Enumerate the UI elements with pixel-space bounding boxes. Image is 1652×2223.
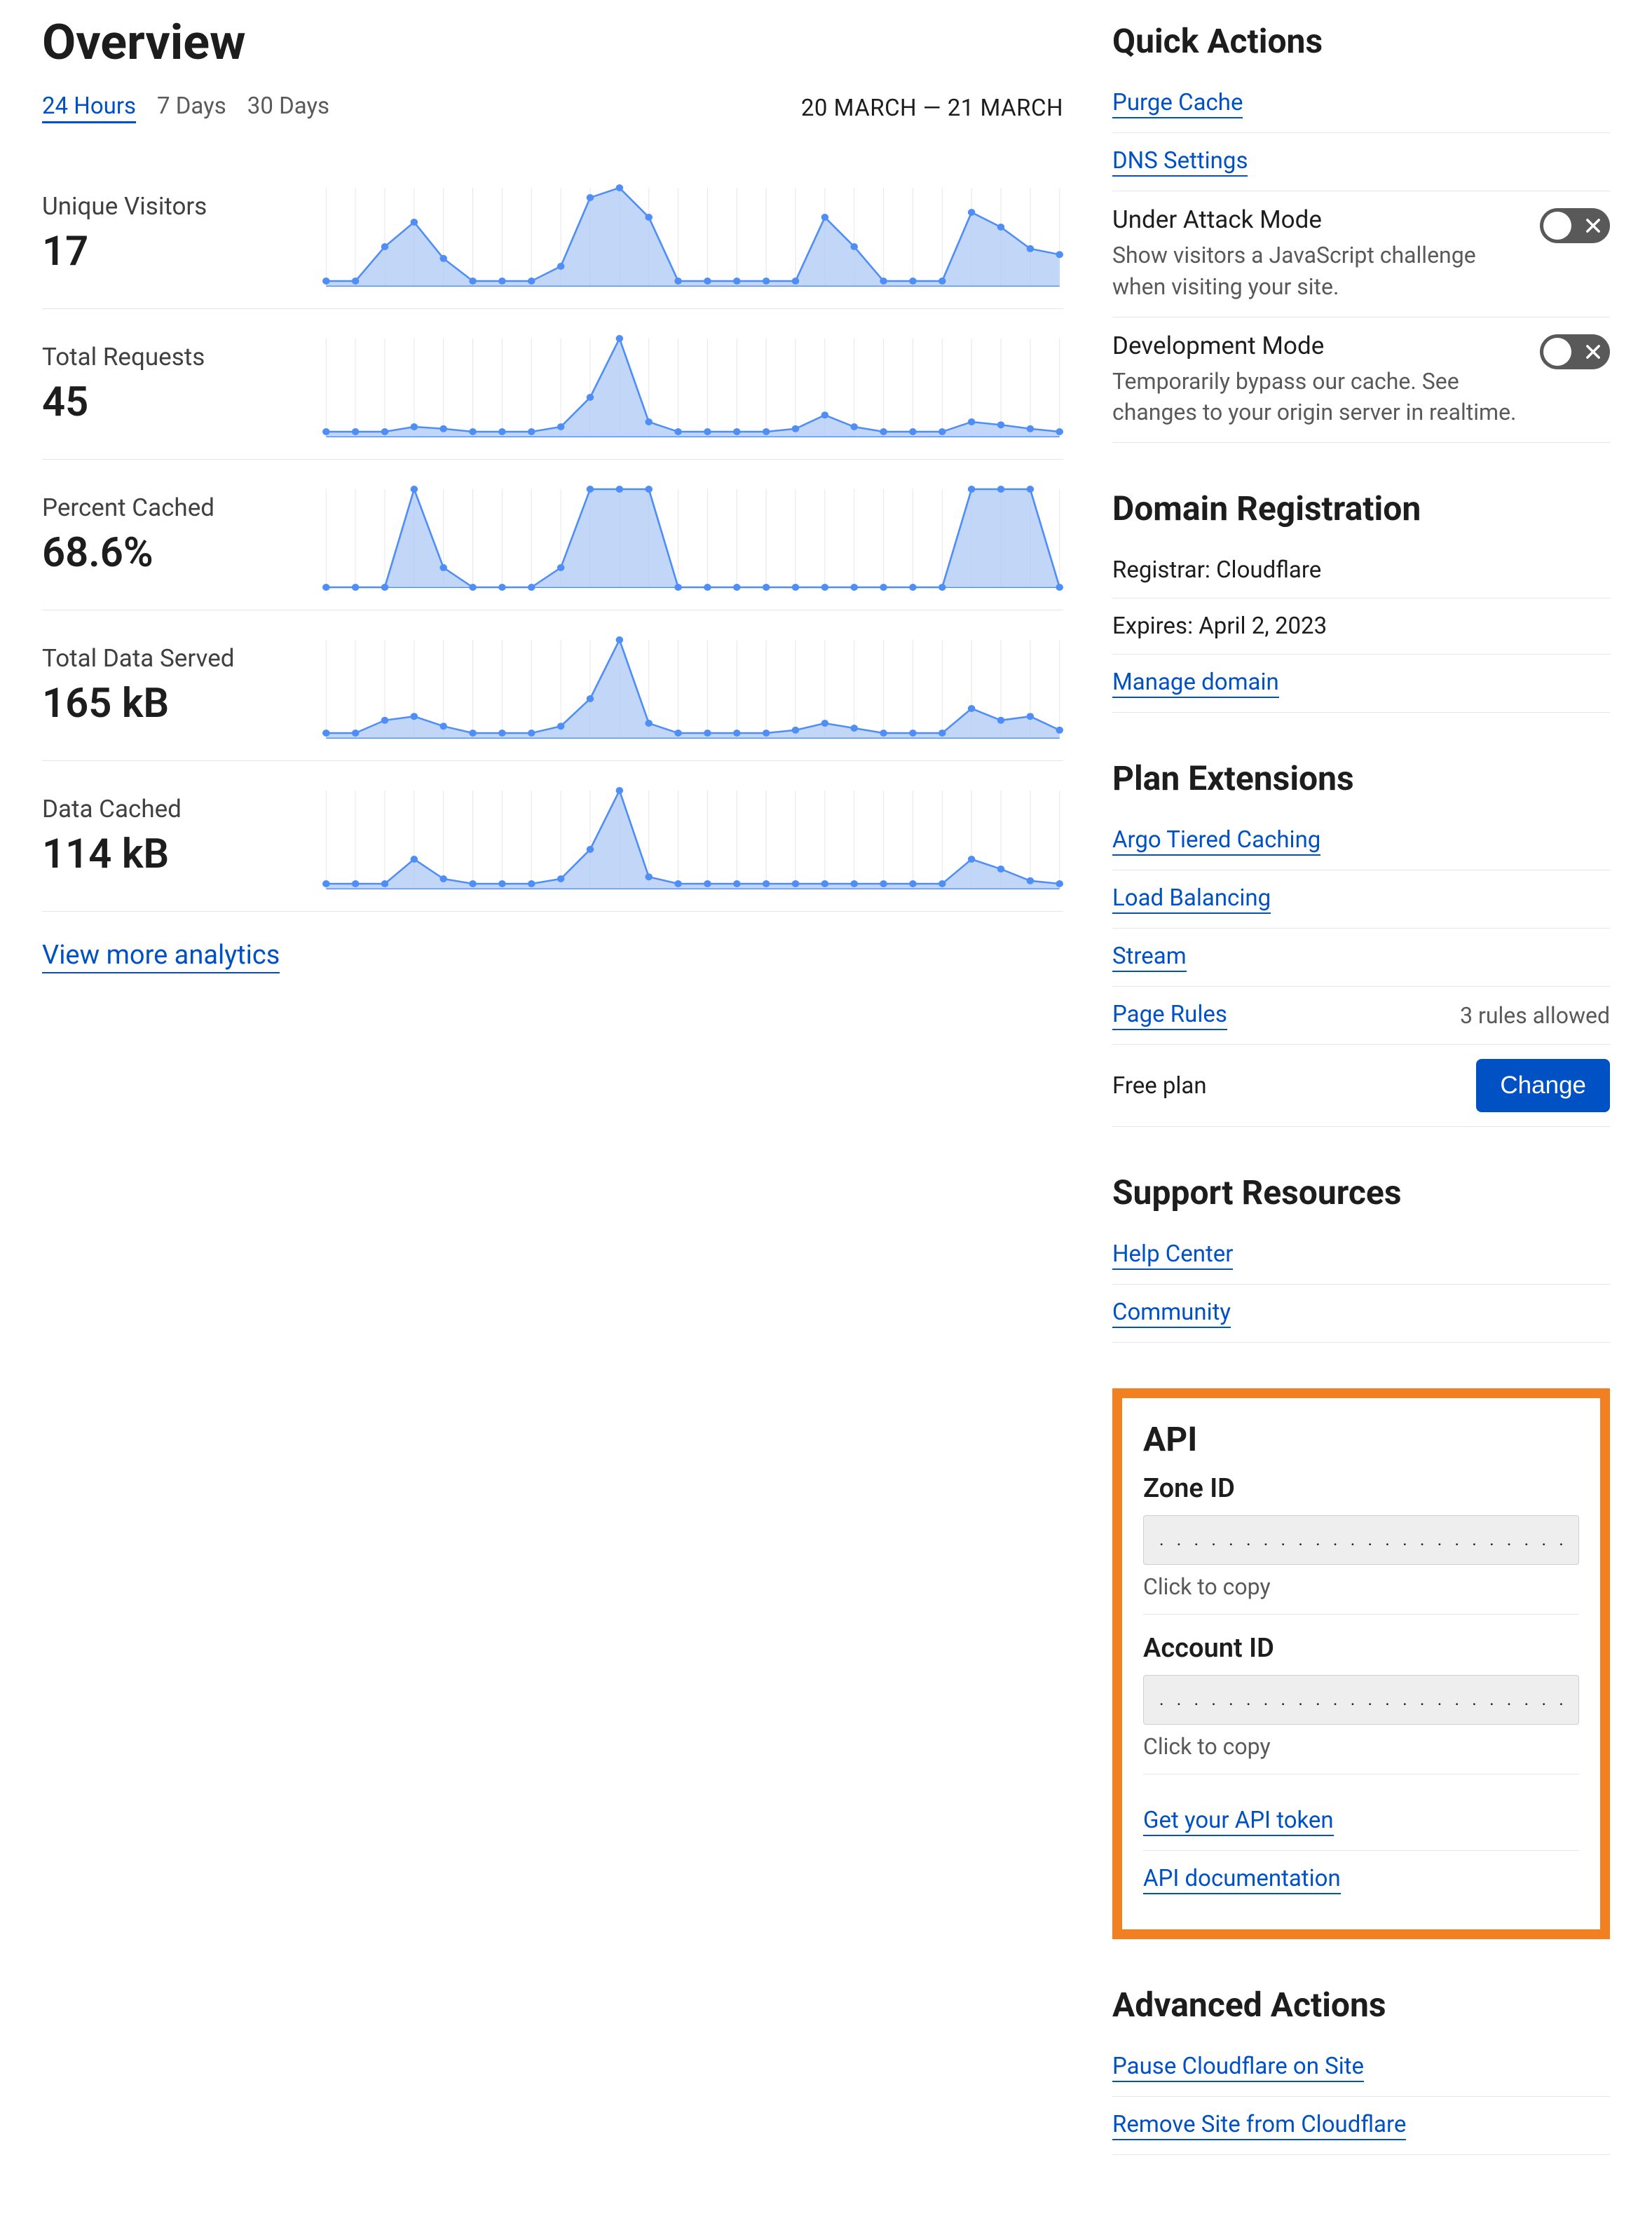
metric-label: Unique Visitors — [42, 192, 308, 221]
change-plan-button[interactable]: Change — [1476, 1059, 1610, 1112]
metric-value: 114 kB — [42, 830, 308, 878]
help-center-link[interactable]: Help Center — [1112, 1240, 1233, 1270]
under-attack-toggle[interactable] — [1540, 208, 1610, 243]
zone-id-label: Zone ID — [1143, 1473, 1579, 1504]
free-plan-text: Free plan — [1112, 1072, 1207, 1100]
account-id-label: Account ID — [1143, 1633, 1579, 1664]
remove-site-link[interactable]: Remove Site from Cloudflare — [1112, 2111, 1406, 2140]
zone-copy-hint: Click to copy — [1143, 1573, 1579, 1600]
tab-24hours[interactable]: 24 Hours — [42, 93, 136, 123]
sparkline-chart — [322, 629, 1063, 741]
argo-link[interactable]: Argo Tiered Caching — [1112, 826, 1320, 856]
under-attack-label: Under Attack Mode — [1112, 205, 1526, 234]
dns-settings-link[interactable]: DNS Settings — [1112, 147, 1248, 177]
time-range-tabs: 24 Hours 7 Days 30 Days — [42, 93, 329, 123]
metric-row: Data Cached 114 kB — [42, 761, 1063, 912]
tab-7days[interactable]: 7 Days — [157, 93, 226, 123]
zone-id-input[interactable] — [1143, 1515, 1579, 1565]
stream-link[interactable]: Stream — [1112, 943, 1187, 972]
metric-label: Percent Cached — [42, 493, 308, 522]
metric-label: Total Requests — [42, 343, 308, 371]
metric-row: Unique Visitors 17 — [42, 158, 1063, 309]
metric-label: Total Data Served — [42, 644, 308, 673]
api-docs-link[interactable]: API documentation — [1143, 1865, 1341, 1894]
advanced-actions-heading: Advanced Actions — [1112, 1985, 1610, 2025]
sparkline-chart — [322, 479, 1063, 591]
metric-row: Total Requests 45 — [42, 309, 1063, 460]
sparkline-chart — [322, 177, 1063, 289]
metric-value: 17 — [42, 228, 308, 275]
dev-mode-label: Development Mode — [1112, 331, 1526, 360]
account-id-input[interactable] — [1143, 1675, 1579, 1725]
under-attack-desc: Show visitors a JavaScript challenge whe… — [1112, 240, 1526, 303]
x-icon — [1583, 342, 1603, 362]
get-api-token-link[interactable]: Get your API token — [1143, 1807, 1334, 1836]
page-title: Overview — [42, 14, 1063, 71]
sparkline-chart — [322, 780, 1063, 892]
tab-30days[interactable]: 30 Days — [247, 93, 329, 123]
metric-row: Percent Cached 68.6% — [42, 460, 1063, 610]
date-range-label: 20 MARCH — 21 MARCH — [801, 95, 1063, 122]
registrar-text: Registrar: Cloudflare — [1112, 556, 1321, 584]
metric-value: 165 kB — [42, 680, 308, 727]
sparkline-chart — [322, 328, 1063, 440]
rules-allowed-text: 3 rules allowed — [1460, 1002, 1610, 1029]
purge-cache-link[interactable]: Purge Cache — [1112, 89, 1243, 118]
quick-actions-heading: Quick Actions — [1112, 21, 1610, 61]
load-balancing-link[interactable]: Load Balancing — [1112, 884, 1271, 914]
metric-value: 45 — [42, 378, 308, 426]
page-rules-link[interactable]: Page Rules — [1112, 1001, 1227, 1030]
domain-registration-heading: Domain Registration — [1112, 488, 1610, 528]
metric-value: 68.6% — [42, 529, 308, 577]
x-icon — [1583, 216, 1603, 235]
community-link[interactable]: Community — [1112, 1299, 1231, 1328]
metric-row: Total Data Served 165 kB — [42, 610, 1063, 761]
dev-mode-desc: Temporarily bypass our cache. See change… — [1112, 366, 1526, 429]
view-more-analytics-link[interactable]: View more analytics — [42, 940, 280, 973]
plan-extensions-heading: Plan Extensions — [1112, 758, 1610, 798]
dev-mode-toggle[interactable] — [1540, 334, 1610, 369]
metric-label: Data Cached — [42, 795, 308, 823]
manage-domain-link[interactable]: Manage domain — [1112, 669, 1279, 698]
expires-text: Expires: April 2, 2023 — [1112, 613, 1327, 640]
account-copy-hint: Click to copy — [1143, 1733, 1579, 1760]
pause-cloudflare-link[interactable]: Pause Cloudflare on Site — [1112, 2053, 1364, 2082]
support-resources-heading: Support Resources — [1112, 1172, 1610, 1212]
api-section: API Zone ID Click to copy Account ID Cli… — [1112, 1388, 1610, 1939]
api-heading: API — [1143, 1419, 1579, 1459]
